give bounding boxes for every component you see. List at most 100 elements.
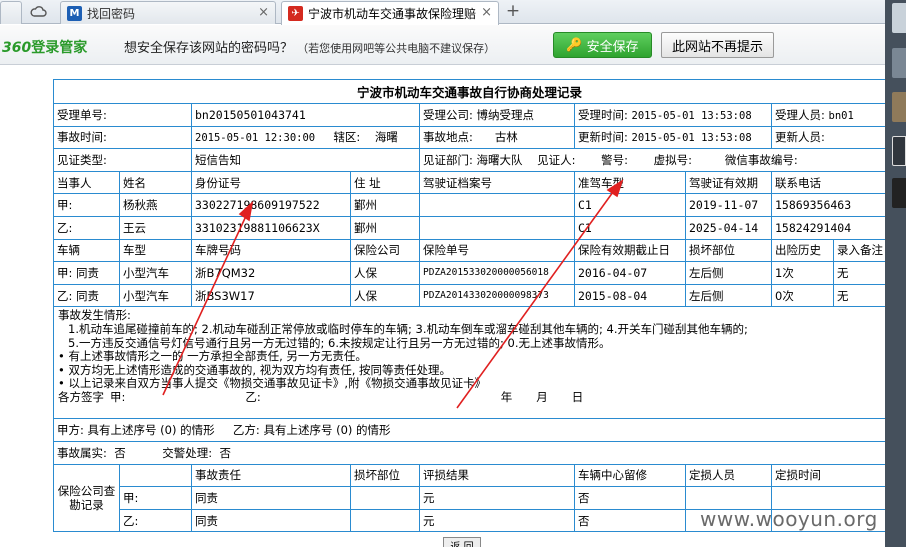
form-title: 宁波市机动车交通事故自行协商处理记录: [52, 79, 885, 104]
cell: 杨秋燕: [119, 193, 192, 217]
vehicle-header-row: 车辆 车型 车牌号码 保险公司 保险单号 保险有效期截止日 损坏部位 出险历史 …: [53, 238, 885, 263]
cell: 15869356463: [770, 193, 885, 217]
site-logo-icon: ✈: [288, 6, 303, 21]
cell: 33102319881106623X: [191, 215, 351, 240]
column-header: 录入备注: [832, 238, 885, 263]
cell: 人保: [350, 283, 420, 308]
site-m-icon: M: [67, 5, 82, 21]
tab-find-password[interactable]: M 找回密码 ×: [60, 1, 276, 24]
value-accident-place: 事故地点: 古林: [419, 125, 575, 150]
cell: 甲:: [53, 193, 120, 217]
situation-bullet: • 以上记录来自双方当事人提交《物损交通事故见证卡》,附《物损交通事故见证卡》: [58, 376, 487, 391]
cell: 无: [832, 283, 885, 308]
sidebar-avatar-5[interactable]: [892, 178, 906, 208]
tab-title: 找回密码: [87, 6, 136, 21]
value-witness-type: 短信告知: [191, 148, 420, 172]
cell: 乙:: [53, 215, 120, 240]
cell: 乙: 同责: [53, 283, 120, 308]
sidebar-avatar-4[interactable]: [892, 136, 906, 166]
cell: 2016-04-07: [574, 261, 686, 285]
column-header: 准驾车型: [574, 170, 686, 195]
vehicle-row-b: 乙: 同责 小型汽车 浙BS3W17 人保 PDZA20143302000009…: [53, 283, 885, 308]
cell: 小型汽车: [119, 283, 192, 308]
value-update-time: 更新时间: 2015-05-01 13:53:08: [574, 125, 772, 150]
column-header: 评损结果: [419, 463, 575, 488]
close-tab-icon[interactable]: ×: [258, 5, 269, 20]
secure-save-button[interactable]: 🔑 安全保存: [553, 32, 652, 58]
sidebar-avatar-2[interactable]: [892, 48, 906, 78]
column-header: 出险历史: [771, 238, 834, 263]
cell: 左后侧: [685, 283, 772, 308]
column-header: 事故责任: [191, 463, 351, 488]
table-row: 事故时间: 2015-05-01 12:30:00 辖区: 海曙 事故地点: 古…: [53, 125, 885, 150]
return-button[interactable]: 返 回: [443, 537, 481, 547]
column-header: 车辆中心留修: [574, 463, 686, 488]
cell: [119, 463, 192, 488]
party-header-row: 当事人 姓名 身份证号 住 址 驾驶证档案号 准驾车型 驾驶证有效期 联系电话: [53, 170, 885, 195]
close-tab-icon[interactable]: ×: [481, 5, 492, 20]
vehicle-row-a: 甲: 同责 小型汽车 浙B7QM32 人保 PDZA20153302000005…: [53, 261, 885, 285]
cell: 鄞州: [350, 215, 420, 240]
column-header: 定损时间: [770, 463, 885, 488]
cell: C1: [574, 215, 686, 240]
tab-strip: M 找回密码 × ✈ 宁波市机动车交通事故保险理赔 × +: [0, 0, 885, 25]
cell: 鄞州: [350, 193, 420, 217]
column-header: 当事人: [53, 170, 120, 195]
cell: 2019-11-07: [685, 193, 772, 217]
cell: [350, 486, 420, 510]
column-header: 损坏部位: [350, 463, 420, 488]
survey-header-row: 保险公司查勘记录 事故责任 损坏部位 评损结果 车辆中心留修 定损人员 定损时间: [53, 463, 885, 533]
cell: 2025-04-14: [685, 215, 772, 240]
column-header: 车辆: [53, 238, 120, 263]
never-prompt-button[interactable]: 此网站不再提示: [661, 32, 774, 58]
column-header: 驾驶证档案号: [419, 170, 575, 195]
situation-line: 1.机动车追尾碰撞前车的; 2.机动车碰刮正常停放或临时停车的车辆; 3.机动车…: [68, 321, 748, 336]
cell: 浙B7QM32: [191, 261, 351, 285]
cell: 否: [574, 486, 686, 510]
accident-nature: 事故属实: 否 交警处理: 否: [52, 440, 885, 465]
right-sidebar: [885, 0, 906, 547]
cell: [419, 215, 575, 240]
party-case-row: 甲方: 具有上述序号 (0) 的情形 乙方: 具有上述序号 (0) 的情形: [52, 418, 885, 442]
cell: 甲: 同责: [53, 261, 120, 285]
column-header: 损坏部位: [685, 238, 772, 263]
party-case: 甲方: 具有上述序号 (0) 的情形 乙方: 具有上述序号 (0) 的情形: [52, 418, 885, 442]
survey-caption: 保险公司查勘记录: [53, 463, 120, 533]
value-accept-person: 受理人员: bn01: [770, 103, 885, 127]
column-header: 姓名: [119, 170, 192, 195]
new-tab-button[interactable]: +: [503, 2, 523, 22]
label-witness-type: 见证类型:: [53, 148, 192, 172]
column-header: 定损人员: [685, 463, 772, 488]
label-case-no: 受理单号:: [53, 103, 192, 127]
cell: [419, 193, 575, 217]
nature-row: 事故属实: 否 交警处理: 否: [52, 440, 885, 465]
label-accident-time: 事故时间:: [53, 125, 192, 150]
label-company: 受理公司: 博纳受理点: [419, 103, 575, 127]
sidebar-avatar-1[interactable]: [892, 3, 906, 33]
party-row-b: 乙: 王云 33102319881106623X 鄞州 C1 2025-04-1…: [53, 215, 885, 240]
sidebar-avatar-3[interactable]: [892, 92, 906, 122]
cell: 王云: [119, 215, 192, 240]
page-content: 宁波市机动车交通事故自行协商处理记录 受理单号: bn2015050104374…: [0, 66, 885, 547]
cell: 1次: [771, 261, 834, 285]
cloud-icon[interactable]: [30, 3, 47, 20]
cell: 甲:: [119, 486, 192, 510]
cell: 同责: [191, 486, 351, 510]
party-row-a: 甲: 杨秋燕 330227198609197522 鄞州 C1 2019-11-…: [53, 193, 885, 217]
tab-previous-stub[interactable]: [0, 1, 22, 24]
situation-heading: 事故发生情形:: [58, 308, 131, 323]
cell: 人保: [350, 261, 420, 285]
column-header: 保险有效期截止日: [574, 238, 686, 263]
cell: 左后侧: [685, 261, 772, 285]
table-row: 受理单号: bn20150501043741 受理公司: 博纳受理点 受理时间:…: [53, 103, 885, 127]
brand-logo: 360登录管家: [2, 40, 88, 56]
browser-window: M 找回密码 × ✈ 宁波市机动车交通事故保险理赔 × + 360登录管家 想安…: [0, 0, 906, 547]
column-header: 身份证号: [191, 170, 351, 195]
column-header: 保险单号: [419, 238, 575, 263]
cell: [685, 486, 772, 510]
witness-details: 见证部门: 海曙大队 见证人: 警号: 虚拟号: 微信事故编号:: [418, 148, 885, 172]
cell: 元: [419, 508, 575, 533]
tab-accident-record[interactable]: ✈ 宁波市机动车交通事故保险理赔 ×: [281, 1, 499, 25]
cell: 小型汽车: [119, 261, 192, 285]
signature-line: 各方签字 甲: 乙: 年 月 日: [58, 389, 584, 404]
